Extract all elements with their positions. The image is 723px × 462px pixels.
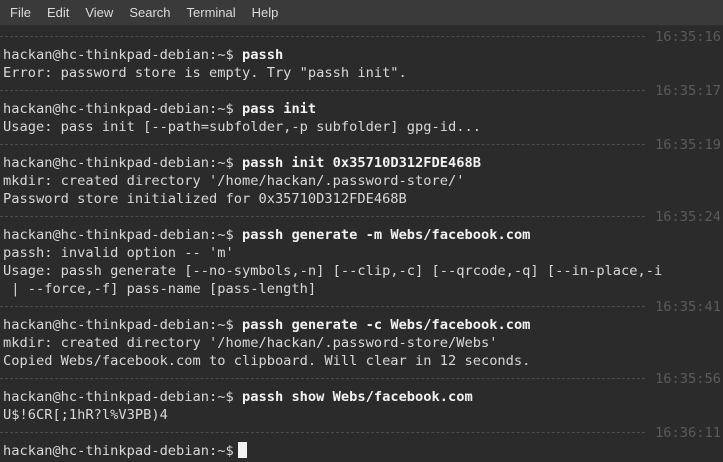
prompt-line: hackan@hc-thinkpad-debian:~$ passh show … <box>0 388 723 406</box>
shell-prompt: hackan@hc-thinkpad-debian:~$ <box>3 155 234 171</box>
shell-prompt: hackan@hc-thinkpad-debian:~$ <box>3 227 234 243</box>
output-line: mkdir: created directory '/home/hackan/.… <box>3 173 465 189</box>
shell-prompt: hackan@hc-thinkpad-debian:~$ <box>3 443 234 459</box>
timestamp: 16:35:24 <box>655 209 721 225</box>
prompt-line: hackan@hc-thinkpad-debian:~$ <box>0 442 723 460</box>
separator-line <box>0 306 645 307</box>
output-line: Error: password store is empty. Try "pas… <box>3 65 407 81</box>
prompt-line: hackan@hc-thinkpad-debian:~$ passh init … <box>0 154 723 172</box>
text-cursor <box>237 442 247 458</box>
separator-line <box>0 36 645 37</box>
output-line: U$!6CR[;1hR?l%V3PB)4 <box>3 407 168 423</box>
prompt-line: hackan@hc-thinkpad-debian:~$ pass init <box>0 100 723 118</box>
shell-prompt: hackan@hc-thinkpad-debian:~$ <box>3 389 234 405</box>
terminal-window: File Edit View Search Terminal Help 16:3… <box>0 0 723 462</box>
timestamp: 16:36:11 <box>655 425 721 441</box>
menu-help[interactable]: Help <box>244 0 287 26</box>
output-line: Password store initialized for 0x35710D3… <box>3 191 407 207</box>
separator-line <box>0 90 645 91</box>
timestamp: 16:35:41 <box>655 299 721 315</box>
prompt-line: hackan@hc-thinkpad-debian:~$ passh <box>0 46 723 64</box>
output-line: Copied Webs/facebook.com to clipboard. W… <box>3 353 531 369</box>
output-line: passh: invalid option -- 'm' <box>3 245 234 261</box>
menu-bar: File Edit View Search Terminal Help <box>0 0 723 26</box>
menu-search[interactable]: Search <box>121 0 178 26</box>
timestamp: 16:35:56 <box>655 371 721 387</box>
command-text: passh show Webs/facebook.com <box>242 389 473 405</box>
timestamp: 16:35:16 <box>655 29 721 45</box>
output-line: mkdir: created directory '/home/hackan/.… <box>3 335 498 351</box>
command-text: pass init <box>242 101 317 117</box>
shell-prompt: hackan@hc-thinkpad-debian:~$ <box>3 317 234 333</box>
shell-prompt: hackan@hc-thinkpad-debian:~$ <box>3 47 234 63</box>
timestamp-separator: 16:35:17 <box>0 82 723 100</box>
separator-line <box>0 378 645 379</box>
menu-view[interactable]: View <box>77 0 121 26</box>
timestamp-separator: 16:35:24 <box>0 208 723 226</box>
output-line: Usage: pass init [--path=subfolder,-p su… <box>3 119 481 135</box>
menu-terminal[interactable]: Terminal <box>179 0 244 26</box>
timestamp: 16:35:19 <box>655 137 721 153</box>
output-line: | --force,-f] pass-name [pass-length] <box>3 281 317 297</box>
timestamp-separator: 16:35:16 <box>0 28 723 46</box>
separator-line <box>0 432 645 433</box>
command-text: passh <box>242 47 284 63</box>
prompt-line: hackan@hc-thinkpad-debian:~$ passh gener… <box>0 316 723 334</box>
menu-edit[interactable]: Edit <box>39 0 77 26</box>
shell-prompt: hackan@hc-thinkpad-debian:~$ <box>3 101 234 117</box>
command-text: passh generate -m Webs/facebook.com <box>242 227 531 243</box>
command-text: passh init 0x35710D312FDE468B <box>242 155 481 171</box>
terminal-output-area[interactable]: 16:35:16 hackan@hc-thinkpad-debian:~$ pas… <box>0 26 723 462</box>
timestamp-separator: 16:35:56 <box>0 370 723 388</box>
separator-line <box>0 144 645 145</box>
timestamp-separator: 16:35:19 <box>0 136 723 154</box>
separator-line <box>0 216 645 217</box>
timestamp-separator: 16:36:11 <box>0 424 723 442</box>
menu-file[interactable]: File <box>2 0 39 26</box>
output-line: Usage: passh generate [--no-symbols,-n] … <box>3 263 663 279</box>
timestamp-separator: 16:35:41 <box>0 298 723 316</box>
timestamp: 16:35:17 <box>655 83 721 99</box>
prompt-line: hackan@hc-thinkpad-debian:~$ passh gener… <box>0 226 723 244</box>
command-text: passh generate -c Webs/facebook.com <box>242 317 531 333</box>
